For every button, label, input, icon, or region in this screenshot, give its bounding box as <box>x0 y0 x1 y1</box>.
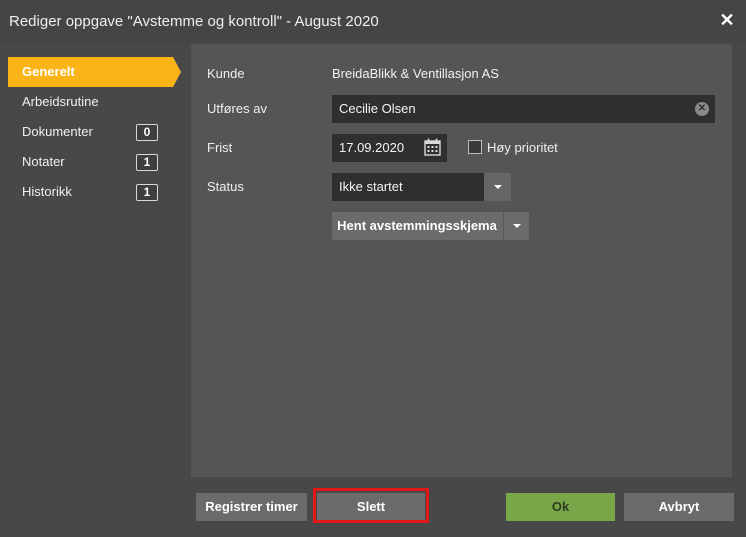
count-badge: 0 <box>136 124 158 141</box>
utfores-field[interactable]: Cecilie Olsen ✕ <box>332 95 715 123</box>
sidebar-item-label: Dokumenter <box>22 124 93 139</box>
dialog-title: Rediger oppgave "Avstemme og kontroll" -… <box>9 13 379 30</box>
status-label: Status <box>207 179 244 194</box>
form-panel: Kunde BreidaBlikk & Ventillasjon AS Utfø… <box>191 44 732 477</box>
utfores-value: Cecilie Olsen <box>339 101 416 116</box>
sidebar-item-label: Generelt <box>22 64 75 79</box>
sidebar-item-label: Arbeidsrutine <box>22 94 99 109</box>
fetch-split-button: Hent avstemmingsskjema <box>332 212 529 240</box>
sidebar-item-arbeidsrutine[interactable]: Arbeidsrutine <box>8 87 173 117</box>
priority-label: Høy prioritet <box>487 140 558 155</box>
fetch-schema-button[interactable]: Hent avstemmingsskjema <box>332 212 502 240</box>
delete-button-highlight <box>313 488 429 523</box>
kunde-label: Kunde <box>207 66 245 81</box>
sidebar-item-label: Historikk <box>22 184 72 199</box>
chevron-down-icon[interactable] <box>484 173 511 201</box>
dialog-titlebar: Rediger oppgave "Avstemme og kontroll" -… <box>0 0 746 42</box>
status-value: Ikke startet <box>339 179 403 194</box>
sidebar-item-dokumenter[interactable]: Dokumenter 0 <box>8 117 173 147</box>
frist-label: Frist <box>207 140 233 155</box>
sidebar-item-historikk[interactable]: Historikk 1 <box>8 177 173 207</box>
calendar-icon[interactable] <box>420 134 446 162</box>
sidebar-item-notater[interactable]: Notater 1 <box>8 147 173 177</box>
utfores-label: Utføres av <box>207 101 267 116</box>
sidebar-item-label: Notater <box>22 154 65 169</box>
chevron-down-icon[interactable] <box>503 212 529 240</box>
cancel-button[interactable]: Avbryt <box>624 493 734 521</box>
kunde-value: BreidaBlikk & Ventillasjon AS <box>332 66 499 81</box>
sidebar-item-generelt[interactable]: Generelt <box>8 57 181 87</box>
count-badge: 1 <box>136 154 158 171</box>
frist-date-field[interactable]: 17.09.2020 <box>332 134 447 162</box>
status-select[interactable]: Ikke startet <box>332 173 511 201</box>
sidebar-nav: Generelt Arbeidsrutine Dokumenter 0 Nota… <box>8 57 181 207</box>
clear-icon[interactable]: ✕ <box>695 102 709 116</box>
close-icon[interactable]: ✕ <box>718 11 736 29</box>
frist-value: 17.09.2020 <box>339 140 405 155</box>
count-badge: 1 <box>136 184 158 201</box>
ok-button[interactable]: Ok <box>506 493 615 521</box>
register-time-button[interactable]: Registrer timer <box>196 493 307 521</box>
priority-checkbox[interactable] <box>468 140 482 154</box>
